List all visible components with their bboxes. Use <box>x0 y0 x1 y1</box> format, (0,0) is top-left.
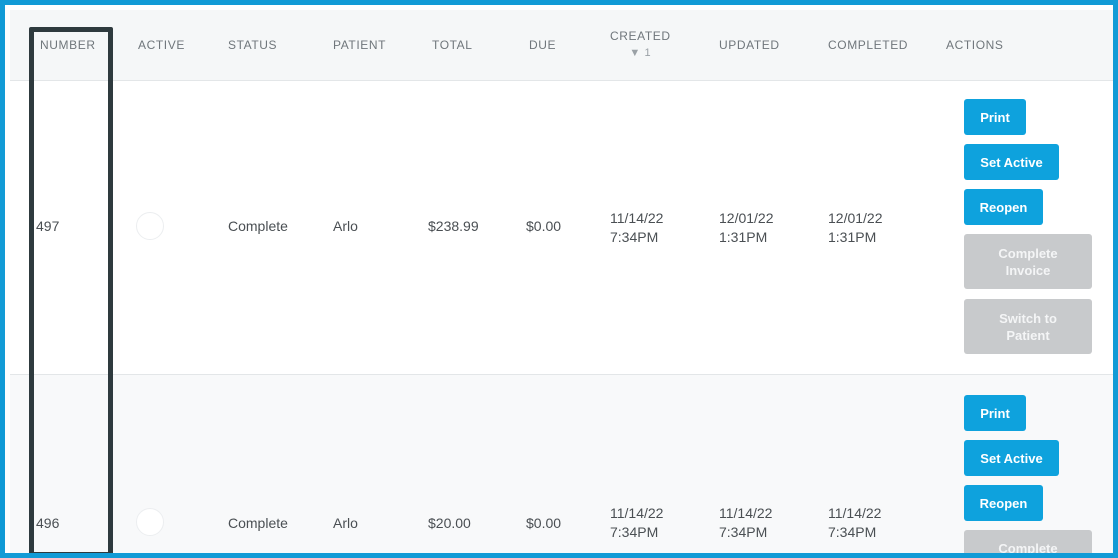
column-header-patient[interactable]: PATIENT <box>333 10 386 80</box>
created-date: 11/14/22 <box>610 505 664 521</box>
complete-invoice-label-2: Invoice <box>1005 262 1051 278</box>
invoice-patient[interactable]: Arlo <box>333 514 358 533</box>
column-header-due[interactable]: DUE <box>529 10 556 80</box>
set-active-button[interactable]: Set Active <box>964 440 1059 476</box>
table-row: 497 Complete Arlo $238.99 $0.00 11/14/22… <box>10 81 1113 375</box>
invoice-number: 496 <box>36 515 60 531</box>
invoice-created: 11/14/22 7:34PM <box>610 504 663 542</box>
reopen-button[interactable]: Reopen <box>964 485 1043 521</box>
complete-invoice-label-1: Complete <box>998 245 1058 261</box>
invoice-number: 497 <box>36 218 60 234</box>
column-header-active[interactable]: ACTIVE <box>138 10 185 80</box>
completed-time: 1:31PM <box>828 229 877 245</box>
invoice-created: 11/14/22 7:34PM <box>610 209 663 247</box>
invoice-total: $20.00 <box>428 515 471 531</box>
active-radio-icon[interactable] <box>136 508 164 536</box>
invoice-status: Complete <box>228 218 288 234</box>
updated-date: 11/14/22 <box>719 505 773 521</box>
column-header-created[interactable]: CREATED ▼ 1 <box>610 10 671 80</box>
complete-invoice-button[interactable]: Complete Invoice <box>964 234 1092 289</box>
table-row: 496 Complete Arlo $20.00 $0.00 11/14/22 … <box>10 375 1113 556</box>
column-header-completed[interactable]: COMPLETED <box>828 10 908 80</box>
table-header: NUMBER ACTIVE STATUS PATIENT TOTAL DUE C… <box>10 10 1113 81</box>
invoice-completed: 11/14/22 7:34PM <box>828 504 881 542</box>
invoice-due: $0.00 <box>526 515 562 531</box>
invoice-total: $238.99 <box>428 218 479 234</box>
switch-patient-label-1: Switch to <box>999 310 1057 326</box>
reopen-button[interactable]: Reopen <box>964 189 1043 225</box>
complete-invoice-label-1: Complete <box>998 541 1058 556</box>
created-time: 7:34PM <box>610 524 659 540</box>
invoice-updated: 11/14/22 7:34PM <box>719 504 772 542</box>
invoice-status: Complete <box>228 515 288 531</box>
print-button[interactable]: Print <box>964 99 1026 135</box>
updated-time: 7:34PM <box>719 524 768 540</box>
created-time: 7:34PM <box>610 229 659 245</box>
active-radio-icon[interactable] <box>136 212 164 240</box>
column-header-total[interactable]: TOTAL <box>432 10 473 80</box>
column-header-status[interactable]: STATUS <box>228 10 277 80</box>
column-header-actions: ACTIONS <box>946 38 1004 52</box>
completed-date: 12/01/22 <box>828 210 883 226</box>
print-button[interactable]: Print <box>964 395 1026 431</box>
set-active-button[interactable]: Set Active <box>964 144 1059 180</box>
column-header-number[interactable]: NUMBER <box>40 10 96 80</box>
completed-date: 11/14/22 <box>828 505 882 521</box>
created-date: 11/14/22 <box>610 210 664 226</box>
switch-patient-label-2: Patient <box>1006 327 1050 343</box>
invoice-updated: 12/01/22 1:31PM <box>719 209 774 247</box>
column-header-created-label: CREATED <box>610 29 671 43</box>
invoice-completed: 12/01/22 1:31PM <box>828 209 883 247</box>
updated-time: 1:31PM <box>719 229 768 245</box>
column-header-updated[interactable]: UPDATED <box>719 10 780 80</box>
invoice-table-frame: NUMBER ACTIVE STATUS PATIENT TOTAL DUE C… <box>0 0 1118 558</box>
invoice-due: $0.00 <box>526 218 562 234</box>
switch-to-patient-button[interactable]: Switch to Patient <box>964 299 1092 354</box>
completed-time: 7:34PM <box>828 524 877 540</box>
updated-date: 12/01/22 <box>719 210 774 226</box>
sort-down-icon: ▼ 1 <box>629 47 652 59</box>
complete-invoice-button[interactable]: Complete <box>964 530 1092 556</box>
invoice-patient[interactable]: Arlo <box>333 217 358 236</box>
